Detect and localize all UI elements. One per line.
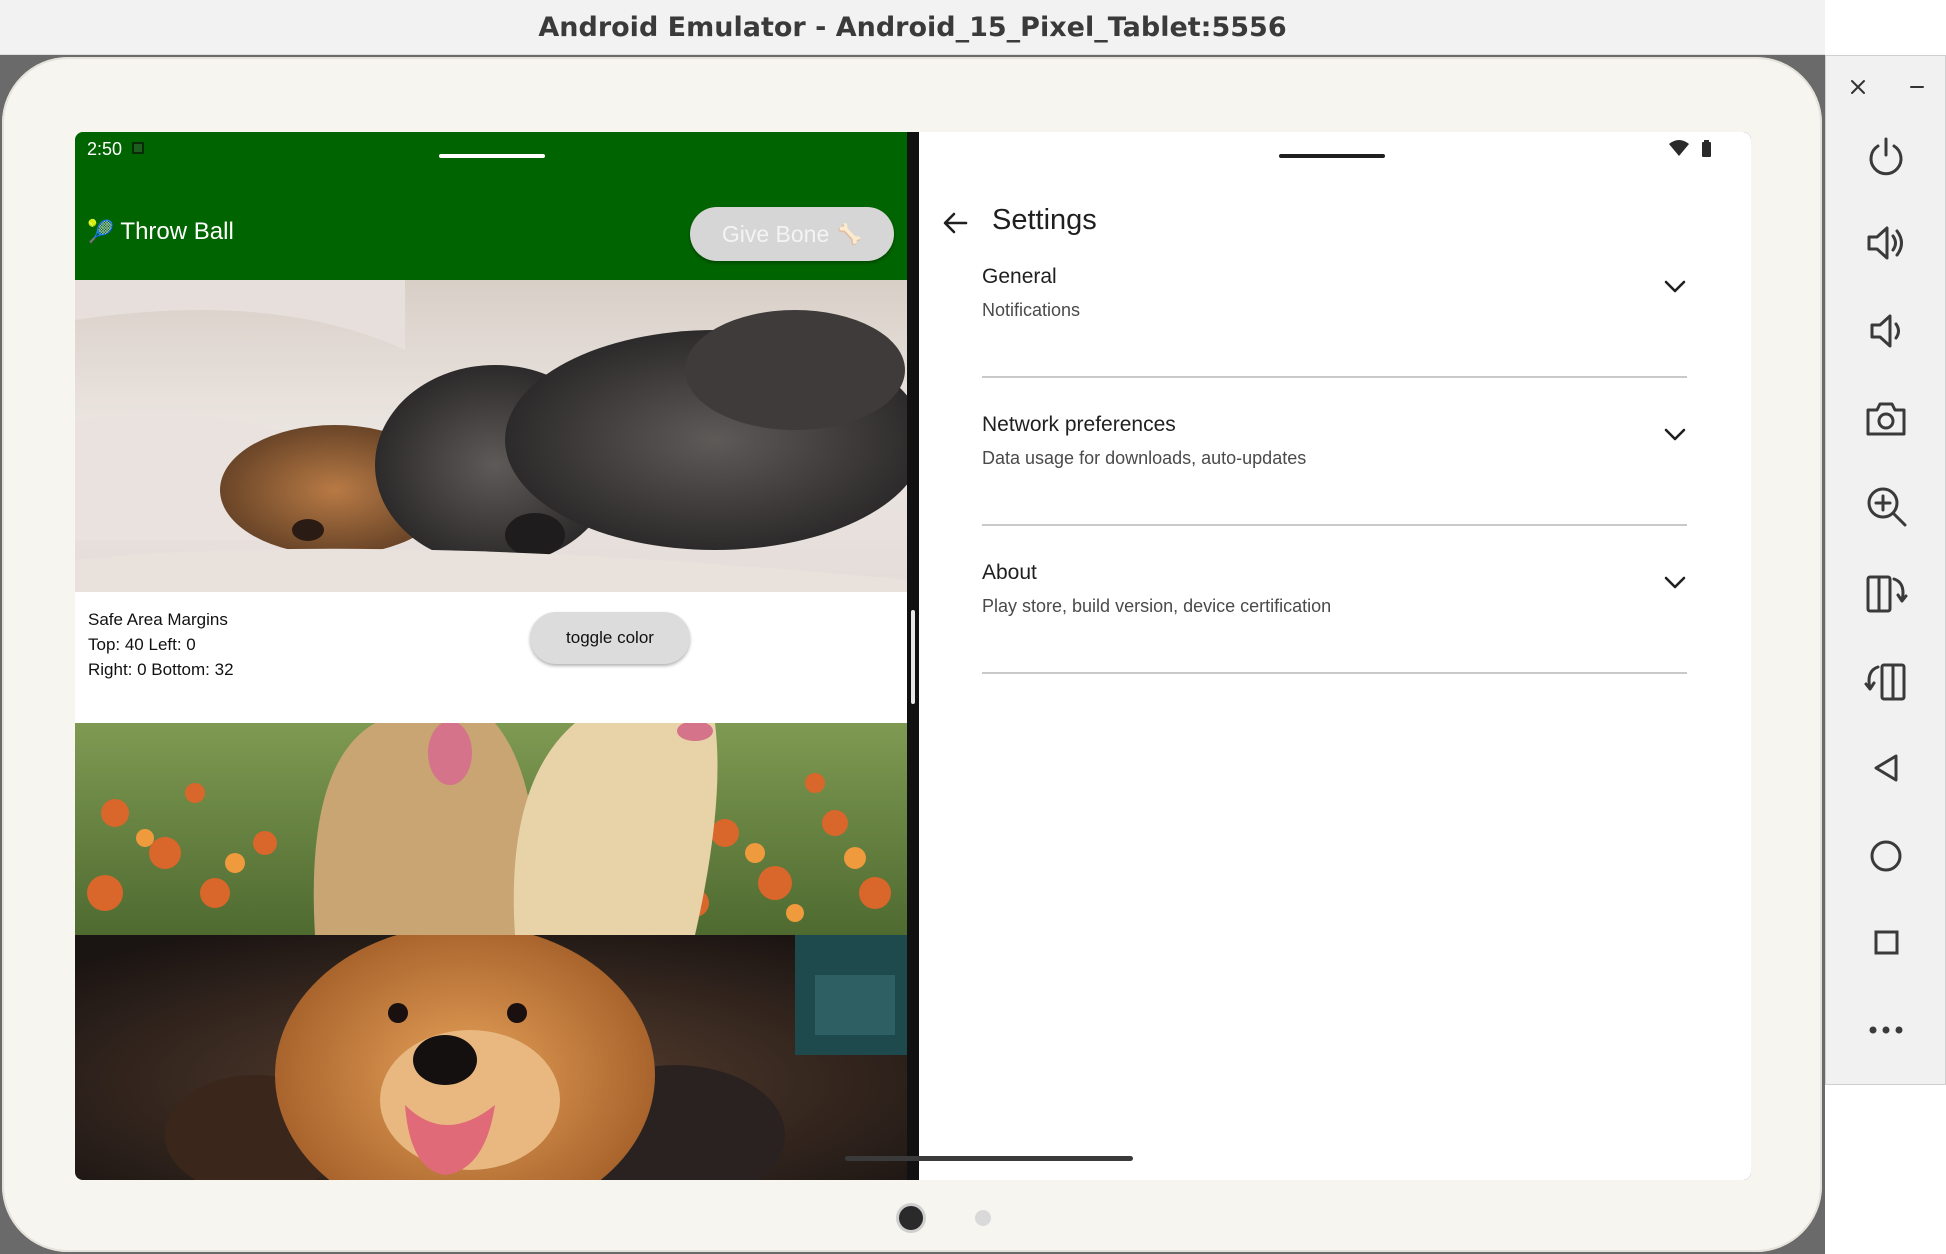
give-bone-label: Give Bone [721, 220, 830, 247]
power-icon [1869, 137, 1902, 176]
bone-icon: 🦴 [837, 223, 863, 246]
volume-down-icon [1870, 314, 1900, 348]
notification-icon [132, 142, 144, 154]
split-divider-handle[interactable] [911, 610, 915, 704]
toggle-color-button[interactable]: toggle color [530, 612, 690, 664]
overview-icon [1874, 930, 1898, 955]
wifi-icon [1669, 140, 1711, 157]
rotate-left-icon [1866, 575, 1907, 613]
page-dot-active [899, 1206, 923, 1230]
volume-up-icon [1867, 226, 1903, 260]
emulator-toolbar [1825, 55, 1946, 1085]
volume-up-button[interactable] [1826, 221, 1945, 265]
safe-area-line-2: Right: 0 Bottom: 32 [88, 660, 234, 679]
page-dot [975, 1210, 991, 1226]
gesture-home-bar[interactable] [845, 1156, 1133, 1161]
setting-general[interactable]: General Notifications [982, 232, 1687, 378]
setting-general-subtitle: Notifications [982, 300, 1081, 320]
back-icon [1874, 754, 1897, 782]
setting-about-title: About [982, 561, 1037, 584]
safe-area-line-1: Top: 40 Left: 0 [88, 635, 196, 654]
setting-network-subtitle: Data usage for downloads, auto-updates [982, 448, 1307, 468]
back-arrow-icon[interactable] [940, 208, 970, 238]
setting-general-title: General [982, 265, 1057, 288]
safe-area-text: Safe Area Margins Top: 40 Left: 0 Right:… [88, 607, 234, 682]
setting-about[interactable]: About Play store, build version, device … [982, 528, 1687, 674]
setting-about-subtitle: Play store, build version, device certif… [982, 596, 1332, 616]
power-button[interactable] [1826, 134, 1945, 178]
sleeping-dogs-photo [75, 280, 907, 592]
home-icon [1870, 840, 1901, 872]
golden-retriever-photo [75, 935, 907, 1180]
chevron-down-icon[interactable] [1663, 427, 1687, 443]
throw-ball-button[interactable]: 🎾 Throw Ball [87, 218, 234, 246]
close-icon[interactable] [1849, 78, 1867, 96]
overview-button[interactable] [1826, 921, 1945, 965]
left-app-pane: 2:50 🎾 Throw Ball Give Bone 🦴 Safe Area … [75, 132, 907, 1180]
minimize-icon[interactable] [1908, 78, 1926, 96]
rotate-left-button[interactable] [1826, 571, 1945, 615]
window-handle[interactable] [1279, 154, 1385, 158]
safe-area-panel: Safe Area Margins Top: 40 Left: 0 Right:… [75, 592, 907, 723]
camera-icon [1866, 402, 1905, 436]
chevron-down-icon[interactable] [1663, 575, 1687, 591]
volume-down-button[interactable] [1826, 309, 1945, 353]
give-bone-button[interactable]: Give Bone 🦴 [690, 207, 894, 261]
home-button[interactable] [1826, 834, 1945, 878]
throw-ball-label: Throw Ball [120, 218, 234, 245]
safe-area-title: Safe Area Margins [88, 610, 228, 629]
window-handle[interactable] [439, 154, 545, 158]
zoom-icon [1867, 487, 1906, 527]
rotate-right-button[interactable] [1826, 659, 1945, 703]
tennis-ball-icon: 🎾 [87, 219, 115, 244]
settings-pane: Settings General Notifications Network p… [919, 132, 1751, 1180]
status-time: 2:50 [87, 139, 123, 159]
camera-button[interactable] [1826, 396, 1945, 440]
back-button[interactable] [1826, 746, 1945, 790]
setting-network-title: Network preferences [982, 413, 1176, 436]
setting-network-preferences[interactable]: Network preferences Data usage for downl… [982, 380, 1687, 526]
chevron-down-icon[interactable] [1663, 279, 1687, 295]
window-title-bar: Android Emulator - Android_15_Pixel_Tabl… [0, 0, 1825, 55]
puppies-in-flowers-photo [75, 723, 907, 935]
app-bar: 2:50 🎾 Throw Ball Give Bone 🦴 [75, 132, 907, 280]
more-icon [1869, 1026, 1902, 1034]
rotate-right-icon [1864, 663, 1905, 701]
window-title: Android Emulator - Android_15_Pixel_Tabl… [538, 11, 1287, 43]
more-button[interactable] [1826, 1008, 1945, 1052]
device-screen: 2:50 🎾 Throw Ball Give Bone 🦴 Safe Area … [75, 132, 1751, 1180]
zoom-button[interactable] [1826, 484, 1945, 528]
